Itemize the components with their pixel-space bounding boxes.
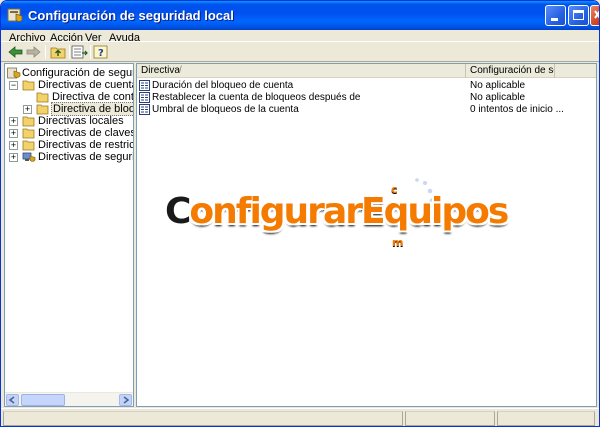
tree-item-directivas-locales[interactable]: + Directivas locales xyxy=(7,115,133,127)
security-settings-icon xyxy=(7,67,21,79)
tree-item-restriccion[interactable]: + Directivas de restricción de xyxy=(7,139,133,151)
watermark-text-first: C xyxy=(165,191,191,232)
status-bar xyxy=(1,408,599,426)
maximize-icon xyxy=(573,10,584,20)
forward-icon[interactable] xyxy=(25,44,42,60)
app-window: Configuración de seguridad local Archivo… xyxy=(0,0,600,427)
chevron-left-icon xyxy=(8,396,15,404)
expand-icon[interactable]: + xyxy=(23,105,32,114)
watermark-text-rest: onfigurarEquipos xyxy=(189,191,509,232)
back-icon[interactable] xyxy=(7,44,24,60)
tree-item-label: Directivas de restricción de xyxy=(38,139,133,151)
expand-icon[interactable]: + xyxy=(9,117,18,126)
expand-icon[interactable]: + xyxy=(9,129,18,138)
list-row[interactable]: Duración del bloqueo de cuenta No aplica… xyxy=(137,80,596,92)
tree-pane[interactable]: Configuración de seguridad − Directivas … xyxy=(4,63,134,407)
toolbar-separator xyxy=(69,45,70,59)
tree-item-label: Directivas de cuenta xyxy=(38,79,134,91)
policy-value: No aplicable xyxy=(470,92,526,103)
policy-name: Duración del bloqueo de cuenta xyxy=(152,80,294,91)
scroll-thumb[interactable] xyxy=(21,394,65,406)
sort-indicator-icon: / xyxy=(179,65,182,76)
scroll-right-button[interactable] xyxy=(119,394,132,406)
tree-item-label: Directiva de bloqueo de xyxy=(51,102,133,116)
expand-icon[interactable]: + xyxy=(9,141,18,150)
status-panel xyxy=(497,411,595,426)
export-list-icon[interactable] xyxy=(71,44,88,60)
policy-value: No aplicable xyxy=(470,80,526,91)
close-icon xyxy=(594,10,599,19)
tree-item-claves-publicas[interactable]: + Directivas de claves pública xyxy=(7,127,133,139)
policy-value: 0 intentos de inicio ... xyxy=(470,104,564,115)
collapse-icon[interactable]: − xyxy=(9,81,18,90)
watermark-letter-c: c xyxy=(391,183,398,196)
toolbar-separator xyxy=(90,45,91,59)
policy-icon xyxy=(139,104,150,115)
list-row[interactable]: Restablecer la cuenta de bloqueos despué… xyxy=(137,92,596,104)
column-header-label: Directiva xyxy=(141,65,180,76)
tree-item-label: Directivas locales xyxy=(38,115,124,127)
watermark-logo: ConfigurarEquipos c m xyxy=(165,178,509,261)
tree-root-label: Configuración de seguridad xyxy=(22,67,133,79)
column-header-directiva[interactable]: Directiva / xyxy=(137,64,466,78)
folder-icon xyxy=(36,92,49,103)
folder-icon xyxy=(36,104,49,115)
list-header: Directiva / Configuración de se... xyxy=(137,64,596,78)
up-folder-icon[interactable] xyxy=(50,44,67,60)
tree-root[interactable]: Configuración de seguridad xyxy=(7,67,133,79)
expand-icon[interactable]: + xyxy=(9,153,18,162)
folder-icon xyxy=(22,80,35,91)
scroll-left-button[interactable] xyxy=(6,394,19,406)
folder-icon xyxy=(22,116,35,127)
title-bar[interactable]: Configuración de seguridad local xyxy=(1,1,599,30)
tree-item-label: Directivas de seguridad IP xyxy=(38,151,134,163)
svg-text:?: ? xyxy=(98,48,104,59)
tree-item-directiva-bloqueo[interactable]: + Directiva de bloqueo de xyxy=(7,102,133,116)
policy-icon xyxy=(139,92,150,103)
policy-name: Restablecer la cuenta de bloqueos despué… xyxy=(152,92,361,103)
tree-item-directivas-cuenta[interactable]: − Directivas de cuenta xyxy=(7,79,133,91)
chevron-right-icon xyxy=(123,396,130,404)
watermark-text: ConfigurarEquipos xyxy=(165,191,509,232)
status-panel xyxy=(405,411,495,426)
security-app-icon xyxy=(7,8,23,22)
status-panel xyxy=(3,411,403,426)
column-header-configuracion[interactable]: Configuración de se... xyxy=(466,64,555,78)
minimize-button[interactable] xyxy=(545,5,566,26)
column-header-empty xyxy=(555,64,596,78)
tree-item-seguridad-ip[interactable]: + Directivas de seguridad IP xyxy=(7,151,133,163)
window-title: Configuración de seguridad local xyxy=(28,8,234,23)
policy-name: Umbral de bloqueos de la cuenta xyxy=(152,104,299,115)
folder-icon xyxy=(22,128,35,139)
tree-horizontal-scrollbar[interactable] xyxy=(5,392,133,406)
folder-icon xyxy=(22,140,35,151)
tree-item-label: Directivas de claves pública xyxy=(38,127,134,139)
toolbar: ? xyxy=(1,41,599,62)
policy-icon xyxy=(139,80,150,91)
minimize-icon xyxy=(551,18,558,21)
help-icon[interactable]: ? xyxy=(93,44,110,60)
watermark-letter-m: m xyxy=(392,236,404,249)
column-header-label: Configuración de se... xyxy=(470,65,554,76)
toolbar-separator xyxy=(45,45,46,59)
close-button[interactable] xyxy=(590,5,599,26)
network-shield-icon xyxy=(22,152,36,162)
list-row[interactable]: Umbral de bloqueos de la cuenta 0 intent… xyxy=(137,104,596,116)
maximize-button[interactable] xyxy=(568,5,589,26)
